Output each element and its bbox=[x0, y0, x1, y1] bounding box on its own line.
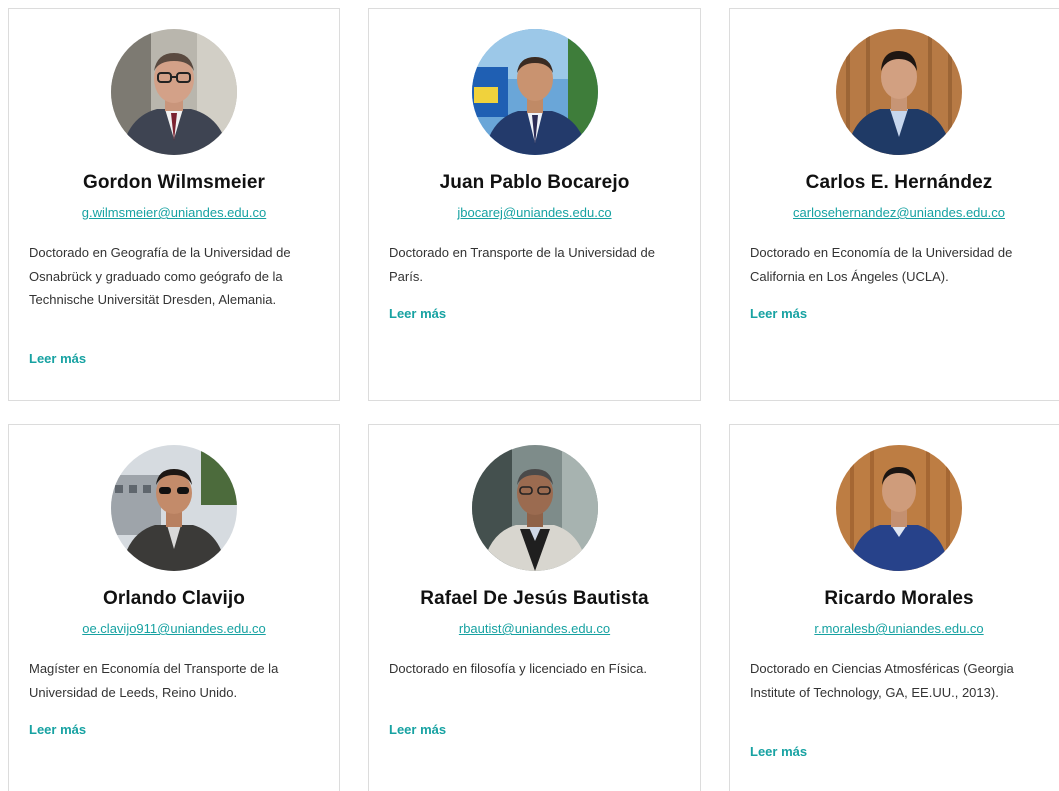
email-link[interactable]: g.wilmsmeier@uniandes.edu.co bbox=[9, 205, 339, 220]
email-link[interactable]: rbautist@uniandes.edu.co bbox=[369, 621, 700, 636]
person-name: Carlos E. Hernández bbox=[805, 172, 993, 193]
person-bio: Doctorado en filosofía y licenciado en F… bbox=[389, 661, 647, 676]
read-more-link[interactable]: Leer más bbox=[389, 722, 446, 737]
faculty-grid: Gordon Wilmsmeier g.wilmsmeier@uniandes.… bbox=[0, 0, 1059, 791]
read-more-link[interactable]: Leer más bbox=[750, 744, 807, 759]
person-bio: Doctorado en Ciencias Atmosféricas (Geor… bbox=[750, 661, 1014, 700]
profile-photo bbox=[111, 445, 237, 571]
person-name: Rafael De Jesús Bautista bbox=[420, 588, 649, 609]
profile-photo bbox=[836, 445, 962, 571]
profile-photo bbox=[111, 29, 237, 155]
email-link[interactable]: carlosehernandez@uniandes.edu.co bbox=[730, 205, 1059, 220]
person-bio: Doctorado en Transporte de la Universida… bbox=[389, 245, 655, 284]
person-bio: Magíster en Economía del Transporte de l… bbox=[29, 661, 279, 700]
profile-photo bbox=[471, 29, 598, 155]
person-bio: Doctorado en Geografía de la Universidad… bbox=[29, 245, 291, 307]
email-link[interactable]: oe.clavijo911@uniandes.edu.co bbox=[9, 621, 339, 636]
read-more-link[interactable]: Leer más bbox=[389, 306, 446, 321]
profile-card: Carlos E. Hernández carlosehernandez@uni… bbox=[729, 8, 1059, 401]
person-name: Gordon Wilmsmeier bbox=[82, 172, 266, 193]
email-link[interactable]: r.moralesb@uniandes.edu.co bbox=[730, 621, 1059, 636]
read-more-link[interactable]: Leer más bbox=[750, 306, 807, 321]
profile-card: Rafael De Jesús Bautista rbautist@uniand… bbox=[368, 424, 701, 791]
person-name: Juan Pablo Bocarejo bbox=[439, 172, 630, 193]
person-name: Ricardo Morales bbox=[824, 588, 974, 609]
profile-card: Ricardo Morales r.moralesb@uniandes.edu.… bbox=[729, 424, 1059, 791]
profile-photo bbox=[836, 29, 962, 155]
person-name: Orlando Clavijo bbox=[103, 588, 245, 609]
person-bio: Doctorado en Economía de la Universidad … bbox=[750, 245, 1013, 284]
profile-card: Gordon Wilmsmeier g.wilmsmeier@uniandes.… bbox=[8, 8, 340, 401]
email-link[interactable]: jbocarej@uniandes.edu.co bbox=[369, 205, 700, 220]
profile-card: Juan Pablo Bocarejo jbocarej@uniandes.ed… bbox=[368, 8, 701, 401]
profile-card: Orlando Clavijo oe.clavijo911@uniandes.e… bbox=[8, 424, 340, 791]
read-more-link[interactable]: Leer más bbox=[29, 722, 86, 737]
profile-photo bbox=[471, 445, 598, 571]
read-more-link[interactable]: Leer más bbox=[29, 351, 86, 366]
